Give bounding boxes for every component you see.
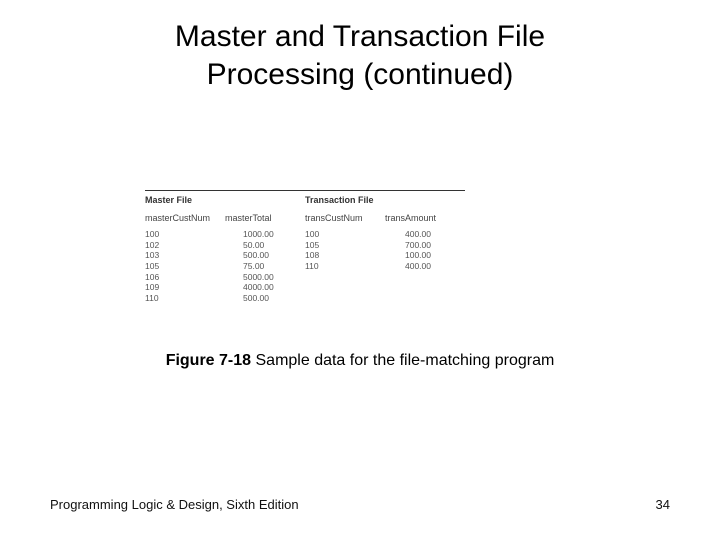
- cell: 106: [145, 272, 225, 283]
- figure-rule: [145, 190, 465, 191]
- col-header: masterCustNum: [145, 213, 225, 223]
- cell: 500.00: [225, 250, 305, 261]
- cell: 100: [145, 229, 225, 240]
- footer-book-title: Programming Logic & Design, Sixth Editio…: [50, 497, 299, 512]
- col-trans-amount: transAmount 400.00 700.00 100.00 400.00: [385, 213, 465, 303]
- cell: 100: [305, 229, 385, 240]
- col-header: masterTotal: [225, 213, 305, 223]
- transaction-file-header: Transaction File: [305, 195, 465, 205]
- title-line-1: Master and Transaction File: [175, 20, 545, 53]
- figure-section-headers: Master File Transaction File: [145, 195, 465, 205]
- cell: 100.00: [385, 250, 465, 261]
- master-file-header: Master File: [145, 195, 305, 205]
- cell: 110: [305, 261, 385, 272]
- figure-number: Figure 7-18: [166, 352, 251, 369]
- col-trans-cust-num: transCustNum 100 105 108 110: [305, 213, 385, 303]
- cell: 103: [145, 250, 225, 261]
- cell: 50.00: [225, 240, 305, 251]
- cell: 109: [145, 282, 225, 293]
- col-master-total: masterTotal 1000.00 50.00 500.00 75.00 5…: [225, 213, 305, 303]
- cell: 4000.00: [225, 282, 305, 293]
- figure-caption-text: Sample data for the file-matching progra…: [251, 352, 554, 369]
- cell: 75.00: [225, 261, 305, 272]
- col-master-cust-num: masterCustNum 100 102 103 105 106 109 11…: [145, 213, 225, 303]
- footer-page-number: 34: [656, 497, 670, 512]
- figure-caption: Figure 7-18 Sample data for the file-mat…: [0, 352, 720, 370]
- cell: 700.00: [385, 240, 465, 251]
- cell: 108: [305, 250, 385, 261]
- cell: 105: [305, 240, 385, 251]
- cell: 110: [145, 293, 225, 304]
- col-header: transCustNum: [305, 213, 385, 223]
- slide-title: Master and Transaction File Processing (…: [0, 0, 720, 93]
- cell: 1000.00: [225, 229, 305, 240]
- col-header: transAmount: [385, 213, 465, 223]
- figure-7-18: Master File Transaction File masterCustN…: [145, 190, 465, 303]
- cell: 5000.00: [225, 272, 305, 283]
- slide: Master and Transaction File Processing (…: [0, 0, 720, 540]
- cell: 102: [145, 240, 225, 251]
- figure-columns: masterCustNum 100 102 103 105 106 109 11…: [145, 213, 465, 303]
- cell: 500.00: [225, 293, 305, 304]
- cell: 105: [145, 261, 225, 272]
- cell: 400.00: [385, 261, 465, 272]
- cell: 400.00: [385, 229, 465, 240]
- title-line-2: Processing (continued): [207, 58, 514, 91]
